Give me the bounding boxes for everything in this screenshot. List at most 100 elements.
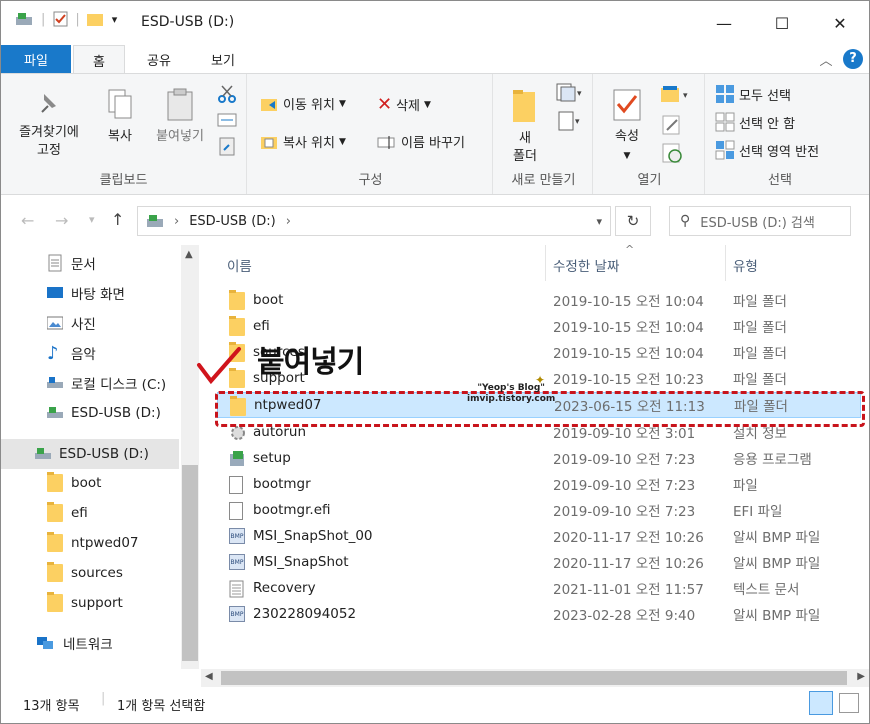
scroll-up-icon[interactable]: ▲ [185, 249, 193, 260]
quick-access-toolbar: | | ▾ [15, 11, 117, 27]
nav-item-sources[interactable]: sources [1, 559, 179, 587]
select-group-label: 선택 [768, 173, 792, 188]
properties-button[interactable]: 속성 ▼ [607, 88, 647, 165]
delete-button[interactable]: ✕ 삭제 ▼ [377, 94, 431, 115]
nav-item-support[interactable]: support [1, 589, 179, 617]
copy-button[interactable]: 복사 [97, 88, 143, 146]
file-type: 알씨 BMP 파일 [733, 556, 821, 572]
file-type: EFI 파일 [733, 504, 783, 520]
file-row[interactable]: boot 2019-10-15 오전 10:04 파일 폴더 [217, 287, 861, 313]
select-none-button[interactable]: 선택 안 함 [715, 112, 795, 132]
details-view-icon[interactable] [809, 691, 833, 715]
setup-icon [230, 451, 244, 466]
file-row[interactable]: bootmgr.efi 2019-09-10 오전 7:23 EFI 파일 [217, 497, 861, 523]
pin-icon [41, 94, 56, 113]
nav-item-usb-drive-expanded[interactable]: ESD-USB (D:) [1, 439, 179, 469]
nav-label: 사진 [71, 317, 96, 333]
nav-item-ntpwed07[interactable]: ntpwed07 [1, 529, 179, 557]
tab-file[interactable]: 파일 [1, 45, 71, 73]
new-group-label: 새로 만들기 [511, 173, 576, 188]
invert-selection-button[interactable]: 선택 영역 반전 [715, 140, 819, 160]
file-row[interactable]: efi 2019-10-15 오전 10:04 파일 폴더 [217, 313, 861, 339]
easy-access-icon[interactable]: ▾ [555, 110, 585, 136]
close-button[interactable]: ✕ [811, 1, 869, 45]
file-date: 2019-09-10 오전 7:23 [553, 478, 696, 494]
column-header-date[interactable]: 수정한 날짜 [553, 255, 619, 275]
file-type: 텍스트 문서 [733, 582, 800, 598]
nav-item-pictures[interactable]: 사진 [1, 309, 179, 337]
cut-icon[interactable] [217, 84, 237, 108]
file-date: 2020-11-17 오전 10:26 [553, 556, 704, 572]
column-header-type[interactable]: 유형 [733, 255, 758, 275]
watermark-line-2: imvip.tistory.com [467, 394, 556, 404]
scroll-right-icon[interactable]: ▶ [857, 671, 865, 682]
refresh-icon[interactable]: ↻ [615, 206, 651, 236]
file-row[interactable]: BMP MSI_SnapShot 2020-11-17 오전 10:26 알씨 BMP… [217, 549, 861, 575]
select-all-button[interactable]: 모두 선택 [715, 84, 791, 104]
customize-dropdown-icon[interactable]: ▾ [112, 13, 118, 26]
file-name: efi [253, 318, 270, 334]
nav-label: efi [71, 505, 88, 521]
tab-share[interactable]: 공유 [133, 45, 185, 73]
maximize-button[interactable]: ☐ [753, 1, 811, 45]
column-header-name[interactable]: 이름 [227, 255, 252, 275]
copy-to-icon [261, 136, 277, 149]
nav-item-documents[interactable]: 문서 [1, 249, 179, 277]
explorer-window: | | ▾ ESD-USB (D:) — ☐ ✕ 파일 홈 공유 보기 ︿ ? … [0, 0, 870, 724]
separator: | [101, 691, 106, 706]
help-icon[interactable]: ? [841, 45, 865, 73]
new-folder-icon[interactable] [86, 11, 104, 27]
paste-button[interactable]: 붙여넣기 [147, 88, 213, 146]
file-row[interactable]: bootmgr 2019-09-10 오전 7:23 파일 [217, 471, 861, 497]
horizontal-scrollbar-thumb[interactable] [221, 671, 847, 685]
new-folder-button[interactable]: 새 폴더 [505, 88, 545, 166]
search-input[interactable]: ⚲ ESD-USB (D:) 검색 [669, 206, 851, 236]
file-row[interactable]: Recovery 2021-11-01 오전 11:57 텍스트 문서 [217, 575, 861, 601]
minimize-button[interactable]: — [695, 1, 753, 45]
nav-item-usb-drive[interactable]: ESD-USB (D:) [1, 399, 179, 427]
nav-item-music[interactable]: ♪ 음악 [1, 339, 179, 367]
horizontal-scrollbar[interactable]: ◀ ▶ [201, 669, 869, 687]
tab-home[interactable]: 홈 [73, 45, 125, 74]
paste-shortcut-icon[interactable] [217, 136, 237, 160]
pin-label: 즐겨찾기에 [19, 125, 79, 140]
forward-arrow-icon[interactable]: → [55, 211, 68, 230]
copy-to-button[interactable]: 복사 위치 ▼ [259, 132, 346, 151]
file-row[interactable]: setup 2019-09-10 오전 7:23 응용 프로그램 [217, 445, 861, 471]
history-icon[interactable] [661, 142, 683, 168]
recent-locations-icon[interactable]: ▾ [89, 213, 95, 226]
address-field[interactable]: › ESD-USB (D:) › ▾ [137, 206, 611, 236]
properties-icon[interactable] [53, 11, 69, 27]
nav-item-boot[interactable]: boot [1, 469, 179, 497]
rename-button[interactable]: 이름 바꾸기 [377, 132, 465, 151]
large-icons-view-icon[interactable] [839, 693, 859, 713]
file-row[interactable]: BMP MSI_SnapShot_00 2020-11-17 오전 10:26 알씨 … [217, 523, 861, 549]
open-icon[interactable]: ▾ [659, 84, 695, 108]
back-arrow-icon[interactable]: ← [21, 211, 34, 230]
nav-item-network[interactable]: 네트워크 [1, 629, 179, 657]
nav-scrollbar-thumb[interactable] [182, 465, 198, 661]
nav-scrollbar[interactable]: ▲ [181, 245, 199, 669]
file-name: boot [253, 292, 284, 308]
paste-icon [167, 88, 193, 121]
collapse-ribbon-icon[interactable]: ︿ [813, 45, 839, 73]
file-row[interactable]: BMP 230228094052 2023-02-28 오전 9:40 알씨 BMP … [217, 601, 861, 627]
new-item-icon[interactable]: ▾ [555, 82, 585, 108]
move-to-button[interactable]: 이동 위치 ▼ [259, 94, 346, 113]
nav-item-local-disk[interactable]: 로컬 디스크 (C:) [1, 369, 179, 397]
nav-label: 음악 [71, 347, 96, 363]
nav-item-desktop[interactable]: 바탕 화면 [1, 279, 179, 307]
svg-text:▾: ▾ [577, 89, 582, 99]
address-dropdown-icon[interactable]: ▾ [596, 215, 602, 228]
up-arrow-icon[interactable]: ↑ [111, 210, 124, 229]
nav-item-efi[interactable]: efi [1, 499, 179, 527]
open-group: 속성 ▼ ▾ 열기 [595, 74, 705, 194]
tab-view[interactable]: 보기 [195, 45, 251, 73]
select-group: 모두 선택 선택 안 함 선택 영역 반전 선택 [707, 74, 853, 194]
edit-icon[interactable] [661, 114, 683, 140]
pin-quick-access-button[interactable]: 즐겨찾기에 고정 [9, 88, 89, 160]
nav-label: 로컬 디스크 (C:) [71, 377, 167, 393]
scroll-left-icon[interactable]: ◀ [205, 671, 213, 682]
copy-path-icon[interactable] [217, 112, 237, 132]
breadcrumb-drive[interactable]: ESD-USB (D:) [189, 214, 276, 229]
